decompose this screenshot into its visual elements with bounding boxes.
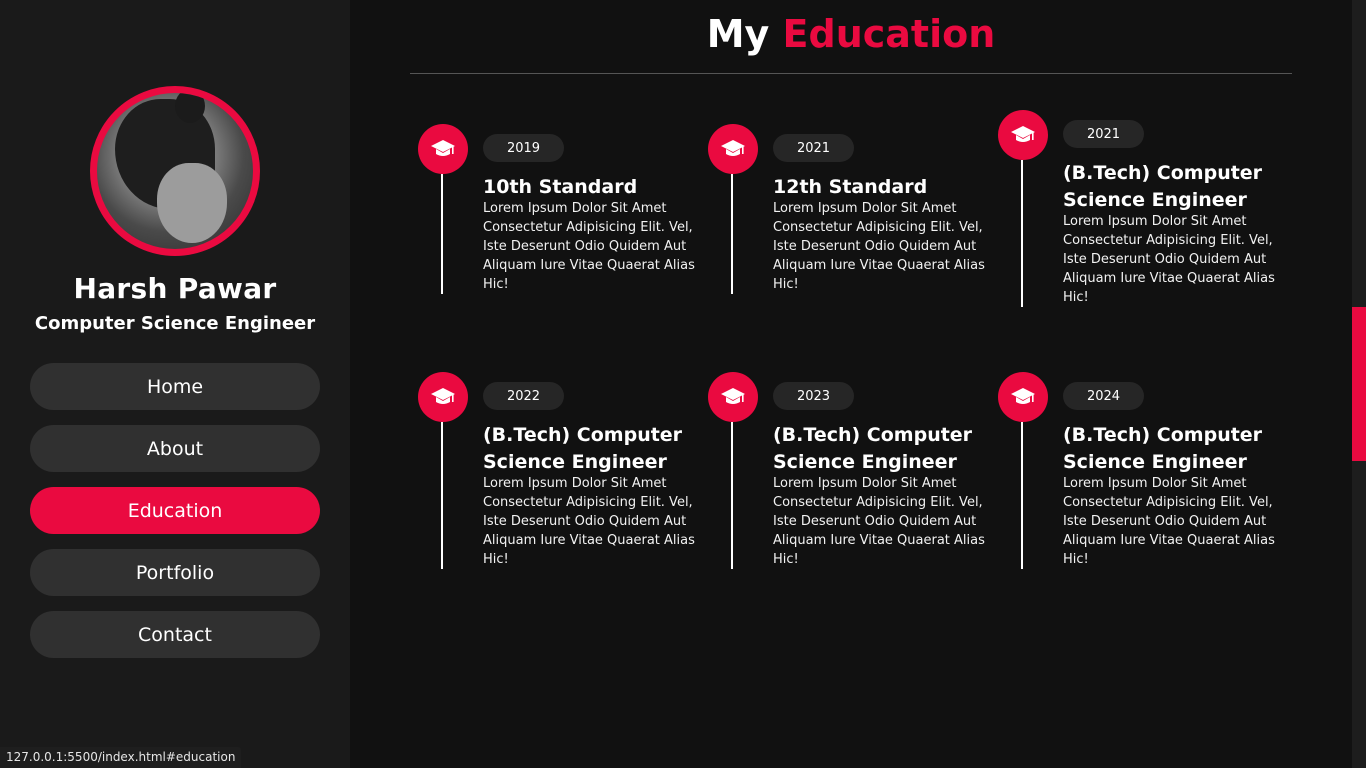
section-title-accent: Education — [782, 12, 996, 56]
graduation-cap-icon — [708, 124, 758, 174]
education-description: Lorem Ipsum Dolor Sit Amet Consectetur A… — [1063, 476, 1275, 567]
status-bar-url: 127.0.0.1:5500/index.html#education — [0, 747, 242, 768]
graduation-cap-icon — [418, 372, 468, 422]
year-badge: 2023 — [773, 382, 854, 410]
education-title: (B.Tech) Computer Science Engineer — [1063, 424, 1263, 473]
year-badge: 2024 — [1063, 382, 1144, 410]
nav-item-education[interactable]: Education — [30, 487, 320, 534]
nav-item-contact[interactable]: Contact — [30, 611, 320, 658]
nav-item-portfolio[interactable]: Portfolio — [30, 549, 320, 596]
education-title: 12th Standard — [773, 176, 928, 198]
section-title: My Education — [350, 12, 1352, 56]
timeline-line — [731, 174, 733, 294]
education-title: (B.Tech) Computer Science Engineer — [1063, 162, 1263, 211]
title-divider — [410, 73, 1292, 74]
education-description: Lorem Ipsum Dolor Sit Amet Consectetur A… — [483, 476, 695, 567]
year-badge: 2022 — [483, 382, 564, 410]
nav-item-home[interactable]: Home — [30, 363, 320, 410]
timeline-line — [1021, 422, 1023, 569]
year-badge: 2019 — [483, 134, 564, 162]
graduation-cap-icon — [708, 372, 758, 422]
education-title: (B.Tech) Computer Science Engineer — [773, 424, 973, 473]
graduation-cap-icon — [998, 372, 1048, 422]
timeline-line — [441, 422, 443, 569]
education-description: Lorem Ipsum Dolor Sit Amet Consectetur A… — [1063, 214, 1275, 305]
avatar — [90, 86, 260, 256]
timeline-line — [731, 422, 733, 569]
timeline-line — [441, 174, 443, 294]
sidebar-nav: Home About Education Portfolio Contact — [30, 363, 320, 673]
section-title-main: My — [706, 12, 770, 56]
year-badge: 2021 — [1063, 120, 1144, 148]
education-title: (B.Tech) Computer Science Engineer — [483, 424, 683, 473]
education-section: My Education 2019 10th Standard Lorem Ip… — [350, 0, 1352, 768]
profile-role: Computer Science Engineer — [34, 313, 316, 334]
graduation-cap-icon — [418, 124, 468, 174]
graduation-cap-icon — [998, 110, 1048, 160]
scrollbar-thumb[interactable] — [1352, 307, 1366, 461]
timeline-line — [1021, 160, 1023, 307]
year-badge: 2021 — [773, 134, 854, 162]
education-description: Lorem Ipsum Dolor Sit Amet Consectetur A… — [483, 201, 695, 292]
education-description: Lorem Ipsum Dolor Sit Amet Consectetur A… — [773, 476, 985, 567]
education-description: Lorem Ipsum Dolor Sit Amet Consectetur A… — [773, 201, 985, 292]
profile-name: Harsh Pawar — [73, 272, 277, 305]
nav-item-about[interactable]: About — [30, 425, 320, 472]
sidebar: Harsh Pawar Computer Science Engineer Ho… — [0, 0, 350, 768]
education-title: 10th Standard — [483, 176, 638, 198]
